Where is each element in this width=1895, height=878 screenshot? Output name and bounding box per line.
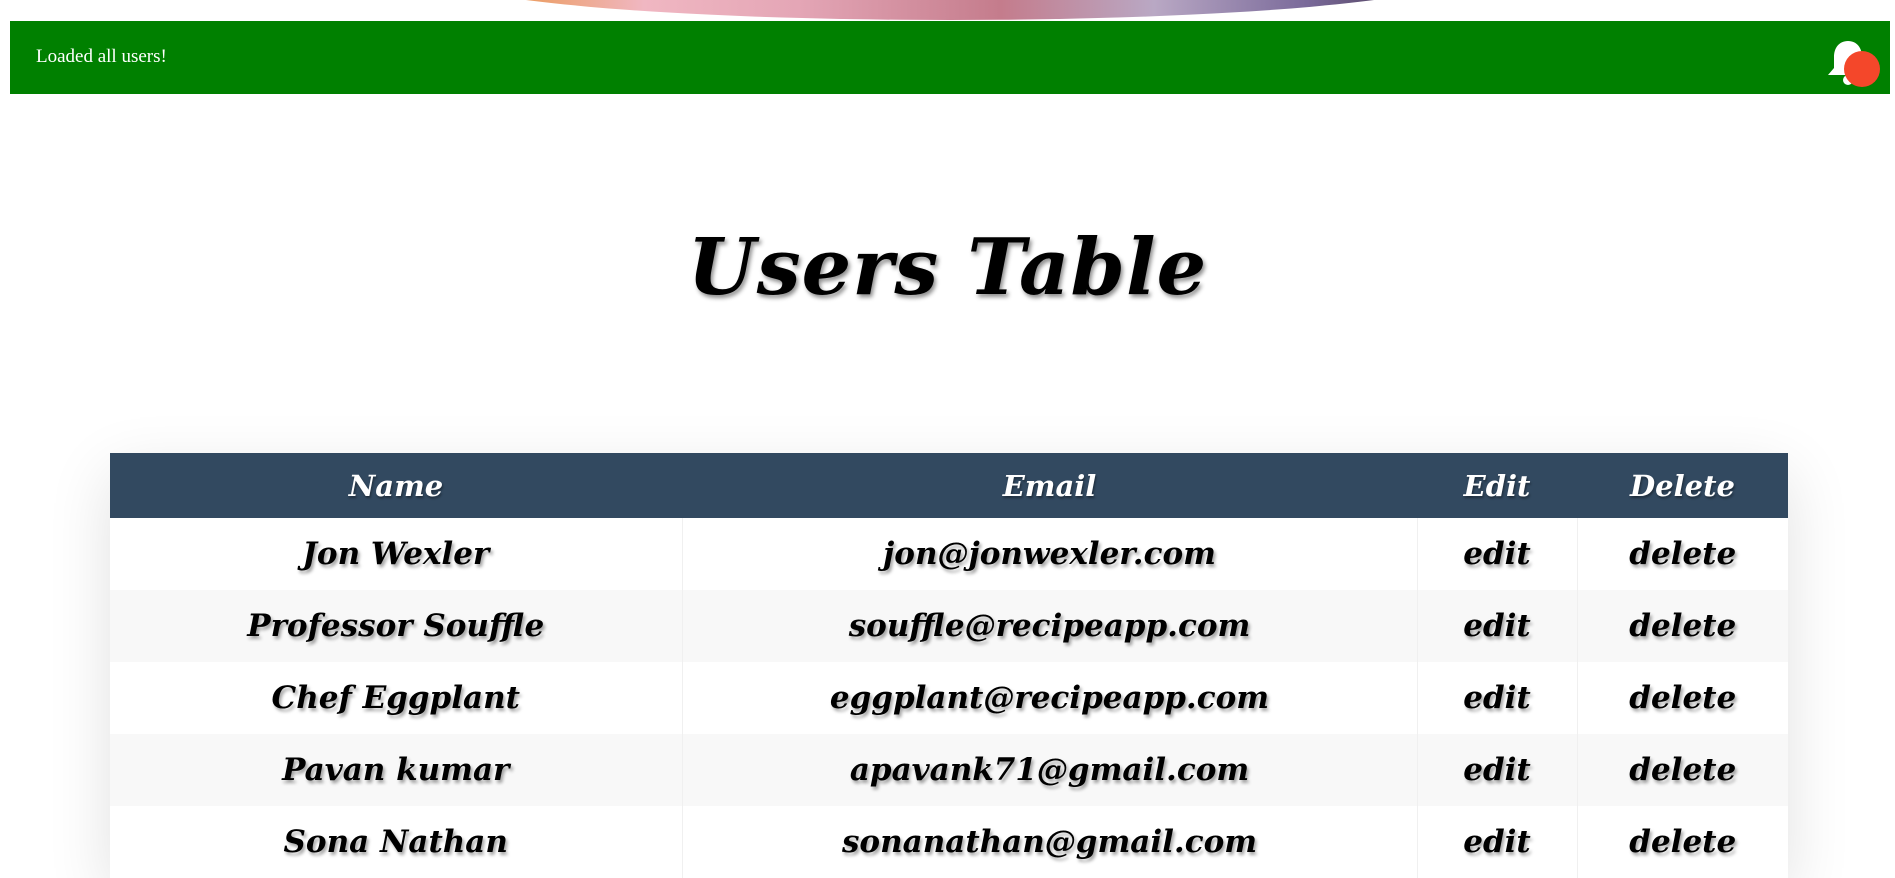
user-name-cell: Jon Wexler <box>110 518 683 590</box>
edit-link[interactable]: edit <box>1463 752 1531 788</box>
user-name-cell: Pavan kumar <box>110 734 683 806</box>
flash-message-bar: Loaded all users! <box>10 21 1890 94</box>
edit-link[interactable]: edit <box>1463 536 1531 572</box>
column-header-name: Name <box>348 468 444 503</box>
column-header-email: Email <box>1002 468 1097 503</box>
user-email-cell: sonanathan@gmail.com <box>682 806 1418 878</box>
delete-link[interactable]: delete <box>1629 824 1736 860</box>
delete-link[interactable]: delete <box>1629 752 1736 788</box>
table-row: Chef Eggplant eggplant@recipeapp.com edi… <box>110 662 1788 734</box>
delete-link[interactable]: delete <box>1629 608 1736 644</box>
table-row: Jon Wexler jon@jonwexler.com edit delete <box>110 518 1788 590</box>
user-name-cell: Sona Nathan <box>110 806 683 878</box>
edit-link[interactable]: edit <box>1463 824 1531 860</box>
users-table-container: Name Email Edit Delete Jon Wexler jon@jo… <box>110 453 1788 878</box>
users-table: Name Email Edit Delete Jon Wexler jon@jo… <box>110 453 1788 878</box>
user-email-cell: souffle@recipeapp.com <box>682 590 1418 662</box>
user-email-cell: apavank71@gmail.com <box>682 734 1418 806</box>
user-name-cell: Chef Eggplant <box>110 662 683 734</box>
column-header-edit: Edit <box>1463 468 1531 503</box>
hero-banner-image <box>440 0 1460 20</box>
user-email-cell: eggplant@recipeapp.com <box>682 662 1418 734</box>
user-name-cell: Professor Souffle <box>110 590 683 662</box>
column-header-delete: Delete <box>1630 468 1735 503</box>
delete-link[interactable]: delete <box>1629 680 1736 716</box>
flash-message-text: Loaded all users! <box>36 46 167 67</box>
table-row: Professor Souffle souffle@recipeapp.com … <box>110 590 1788 662</box>
table-header-row: Name Email Edit Delete <box>110 453 1788 518</box>
user-email-cell: jon@jonwexler.com <box>682 518 1418 590</box>
page-title: Users Table <box>687 222 1208 313</box>
notification-badge[interactable] <box>1844 51 1880 87</box>
edit-link[interactable]: edit <box>1463 608 1531 644</box>
delete-link[interactable]: delete <box>1629 536 1736 572</box>
edit-link[interactable]: edit <box>1463 680 1531 716</box>
table-row: Sona Nathan sonanathan@gmail.com edit de… <box>110 806 1788 878</box>
table-row: Pavan kumar apavank71@gmail.com edit del… <box>110 734 1788 806</box>
